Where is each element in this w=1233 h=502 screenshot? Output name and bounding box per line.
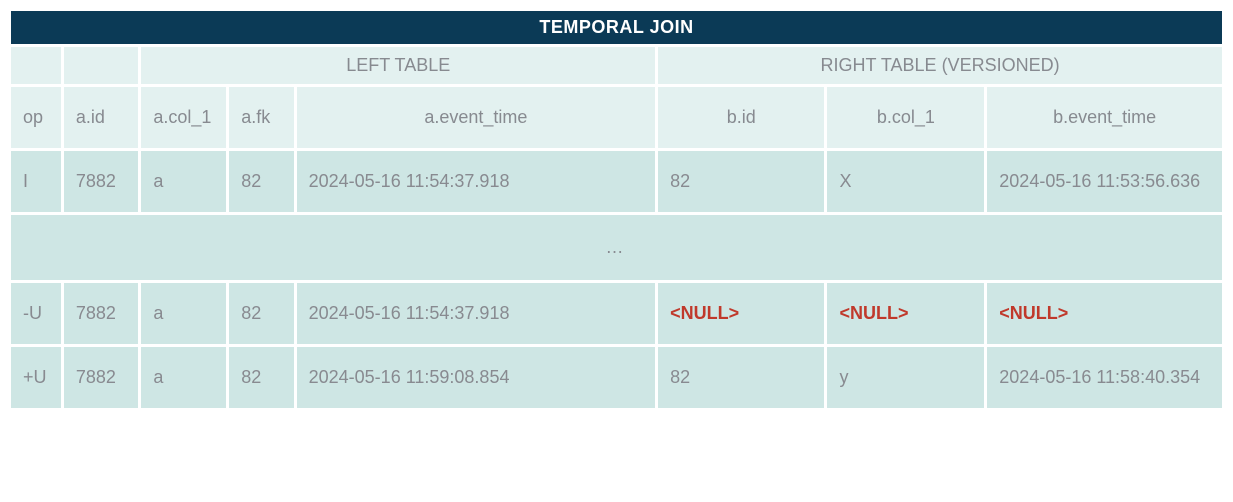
cell-bcol-value: X	[839, 171, 851, 191]
cell-aid: 7882	[64, 347, 138, 408]
cell-bid-value: 82	[670, 171, 690, 191]
cell-bcol-value: <NULL>	[839, 303, 908, 323]
cell-aet: 2024-05-16 11:54:37.918	[297, 151, 656, 212]
cell-afk: 82	[229, 151, 293, 212]
cell-bid: 82	[658, 151, 824, 212]
header-afk: a.fk	[229, 87, 293, 148]
cell-afk: 82	[229, 283, 293, 344]
header-bid: b.id	[658, 87, 824, 148]
header-op: op	[11, 87, 61, 148]
cell-aid: 7882	[64, 151, 138, 212]
table-row: -U 7882 a 82 2024-05-16 11:54:37.918 <NU…	[11, 283, 1222, 344]
section-right-label: RIGHT TABLE (VERSIONED)	[658, 47, 1222, 84]
cell-acol: a	[141, 283, 226, 344]
cell-bet: <NULL>	[987, 283, 1222, 344]
section-blank-1	[11, 47, 61, 84]
cell-acol: a	[141, 151, 226, 212]
table-title: TEMPORAL JOIN	[11, 11, 1222, 44]
cell-op: I	[11, 151, 61, 212]
header-bcol: b.col_1	[827, 87, 984, 148]
cell-op: -U	[11, 283, 61, 344]
table-row: +U 7882 a 82 2024-05-16 11:59:08.854 82 …	[11, 347, 1222, 408]
cell-bcol: <NULL>	[827, 283, 984, 344]
section-left-label: LEFT TABLE	[141, 47, 655, 84]
cell-bcol: X	[827, 151, 984, 212]
header-bet: b.event_time	[987, 87, 1222, 148]
cell-bet-value: 2024-05-16 11:53:56.636	[999, 171, 1200, 191]
temporal-join-table: TEMPORAL JOIN LEFT TABLE RIGHT TABLE (VE…	[8, 8, 1225, 411]
header-aid: a.id	[64, 87, 138, 148]
cell-bcol-value: y	[839, 367, 848, 387]
cell-op: +U	[11, 347, 61, 408]
ellipsis-row: …	[11, 215, 1222, 280]
header-aet: a.event_time	[297, 87, 656, 148]
cell-bid-value: <NULL>	[670, 303, 739, 323]
cell-bid: <NULL>	[658, 283, 824, 344]
cell-bet-value: <NULL>	[999, 303, 1068, 323]
cell-bet-value: 2024-05-16 11:58:40.354	[999, 367, 1200, 387]
section-row: LEFT TABLE RIGHT TABLE (VERSIONED)	[11, 47, 1222, 84]
cell-aet: 2024-05-16 11:54:37.918	[297, 283, 656, 344]
temporal-join-table-wrapper: TEMPORAL JOIN LEFT TABLE RIGHT TABLE (VE…	[8, 8, 1225, 411]
title-row: TEMPORAL JOIN	[11, 11, 1222, 44]
table-row: I 7882 a 82 2024-05-16 11:54:37.918 82 X…	[11, 151, 1222, 212]
cell-aet: 2024-05-16 11:59:08.854	[297, 347, 656, 408]
header-row: op a.id a.col_1 a.fk a.event_time b.id b…	[11, 87, 1222, 148]
cell-bid: 82	[658, 347, 824, 408]
cell-bet: 2024-05-16 11:58:40.354	[987, 347, 1222, 408]
cell-aid: 7882	[64, 283, 138, 344]
ellipsis-cell: …	[11, 215, 1222, 280]
cell-bcol: y	[827, 347, 984, 408]
cell-bid-value: 82	[670, 367, 690, 387]
cell-bet: 2024-05-16 11:53:56.636	[987, 151, 1222, 212]
cell-afk: 82	[229, 347, 293, 408]
section-blank-2	[64, 47, 138, 84]
cell-acol: a	[141, 347, 226, 408]
header-acol: a.col_1	[141, 87, 226, 148]
